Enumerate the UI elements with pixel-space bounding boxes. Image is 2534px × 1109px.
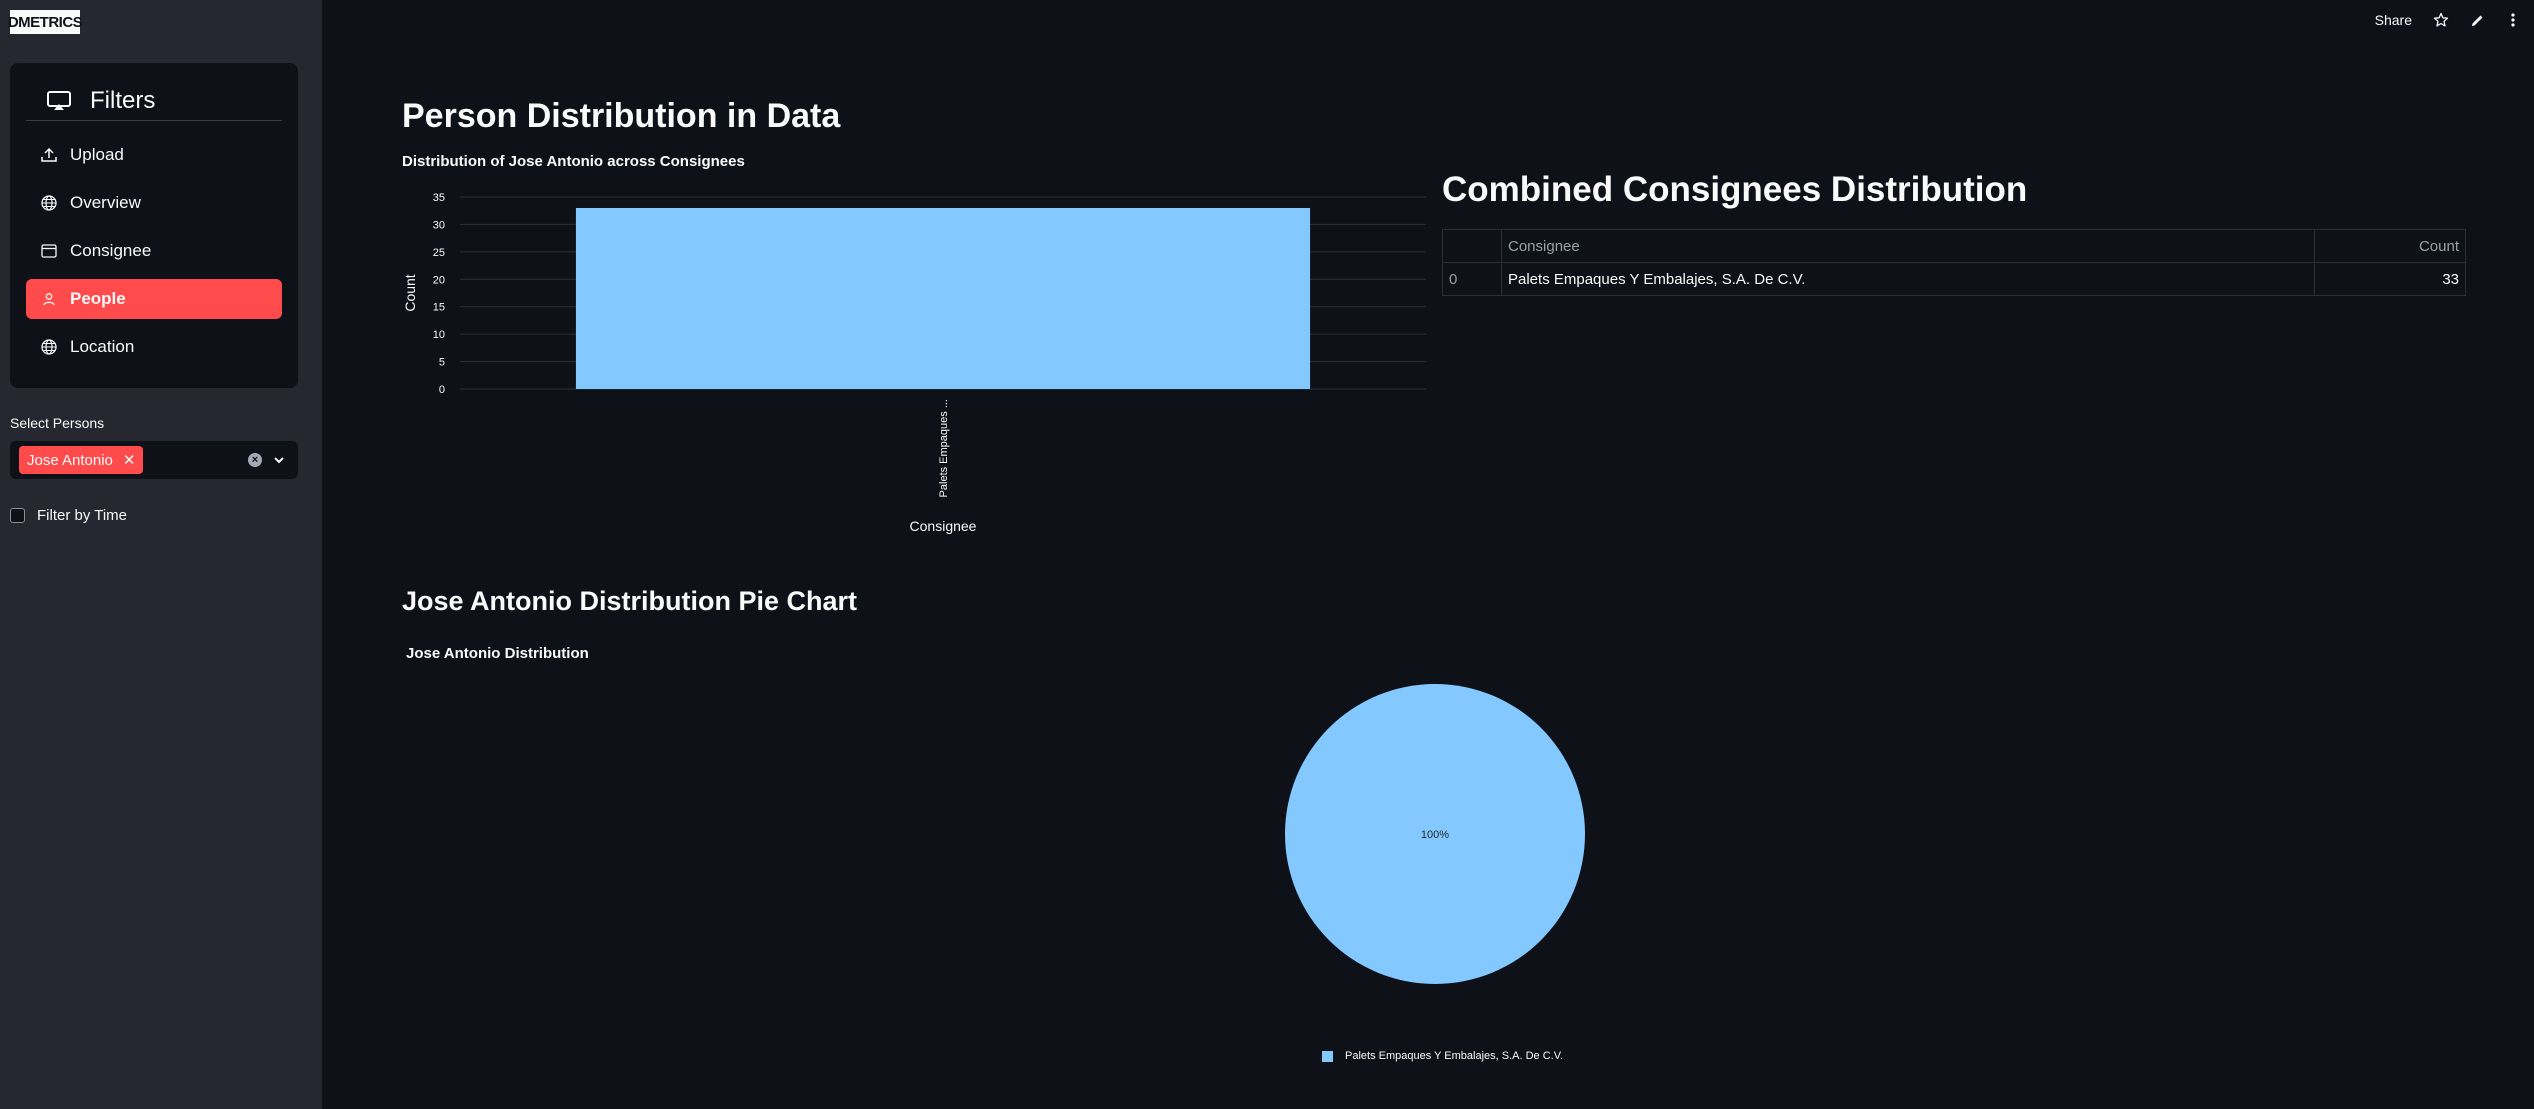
table-cell-consignee: Palets Empaques Y Embalajes, S.A. De C.V…: [1501, 262, 2315, 296]
selected-person-chip: Jose Antonio ✕: [19, 446, 144, 474]
pie-section-title: Jose Antonio Distribution Pie Chart: [402, 586, 858, 616]
more-menu-icon[interactable]: [2504, 11, 2522, 29]
legend-swatch: [1322, 1050, 1333, 1062]
filter-time-label: Filter by Time: [37, 507, 128, 524]
cast-icon: [46, 89, 76, 113]
table-header-index: [1442, 229, 1502, 263]
combined-title: Combined Consignees Distribution: [1442, 170, 2028, 209]
sidebar-item-label: Location: [70, 337, 135, 356]
top-toolbar: Share: [2375, 10, 2522, 30]
table-cell-index: 0: [1442, 262, 1502, 296]
person-icon: [40, 290, 58, 308]
filters-menu: Filters Upload Overview Consignee People: [10, 63, 298, 388]
star-icon[interactable]: [2432, 11, 2450, 29]
persons-multiselect[interactable]: Jose Antonio ✕ ×: [10, 441, 298, 479]
y-tick-label: 15: [433, 302, 445, 314]
sidebar-item-consignee[interactable]: Consignee: [26, 231, 282, 271]
globe-icon: [40, 338, 58, 356]
edit-icon[interactable]: [2468, 11, 2486, 29]
remove-chip-icon[interactable]: ✕: [123, 451, 136, 469]
sidebar-item-upload[interactable]: Upload: [26, 135, 282, 175]
pie-chart-title: Jose Antonio Distribution: [406, 645, 589, 662]
legend-label: Palets Empaques Y Embalajes, S.A. De C.V…: [1345, 1050, 1564, 1062]
share-button[interactable]: Share: [2375, 12, 2412, 28]
table-header-count: Count: [2314, 229, 2466, 263]
pie-legend[interactable]: Palets Empaques Y Embalajes, S.A. De C.V…: [1322, 1050, 1563, 1062]
sidebar-item-people[interactable]: People: [26, 279, 282, 319]
consignee-table: Consignee Count 0 Palets Empaques Y Emba…: [1442, 229, 2466, 296]
y-tick-label: 20: [433, 274, 445, 286]
sidebar-item-label: Overview: [70, 193, 141, 212]
filter-time-row[interactable]: Filter by Time: [10, 507, 127, 524]
y-tick-label: 10: [433, 329, 445, 341]
y-tick-label: 25: [433, 247, 445, 259]
window-icon: [40, 242, 58, 260]
y-tick-label: 5: [439, 357, 445, 369]
chevron-down-icon[interactable]: [272, 453, 286, 467]
x-axis-label: Consignee: [910, 518, 977, 534]
table-row: 0 Palets Empaques Y Embalajes, S.A. De C…: [1442, 262, 2466, 296]
y-tick-label: 35: [433, 192, 445, 204]
sidebar-item-overview[interactable]: Overview: [26, 183, 282, 223]
y-tick-label: 30: [433, 219, 445, 231]
bar-chart-title: Distribution of Jose Antonio across Cons…: [402, 153, 745, 170]
chip-label: Jose Antonio: [27, 451, 113, 469]
bar: [575, 207, 1311, 389]
y-tick-label: 0: [439, 384, 445, 396]
sidebar-item-label: Consignee: [70, 241, 152, 260]
page-title: Person Distribution in Data: [402, 97, 841, 135]
menu-title: Filters: [90, 86, 156, 114]
bar-chart: 0 5 10 15 20 25 30 35 Palets Empaques ... Consign…: [402, 192, 1426, 534]
sidebar: DMETRICS Filters Upload Overview Consign…: [0, 0, 322, 1109]
pie-slice-label: 100%: [1421, 829, 1449, 841]
table-header-row: Consignee Count: [1442, 229, 2466, 263]
select-persons-label: Select Persons: [10, 415, 105, 431]
menu-header: Filters: [26, 81, 282, 121]
filter-time-checkbox[interactable]: [10, 508, 25, 523]
table-header-consignee: Consignee: [1501, 229, 2315, 263]
sidebar-item-label: Upload: [70, 145, 124, 164]
y-axis-label: Count: [402, 274, 418, 311]
x-tick-label: Palets Empaques ...: [938, 399, 950, 497]
clear-selection-icon[interactable]: ×: [248, 453, 262, 467]
upload-icon: [40, 146, 58, 164]
sidebar-item-label: People: [70, 289, 126, 308]
globe-icon: [40, 194, 58, 212]
sidebar-item-location[interactable]: Location: [26, 327, 282, 367]
app-logo: DMETRICS: [8, 10, 83, 34]
table-cell-count: 33: [2314, 262, 2466, 296]
pie-chart: 100%: [1285, 684, 1585, 984]
